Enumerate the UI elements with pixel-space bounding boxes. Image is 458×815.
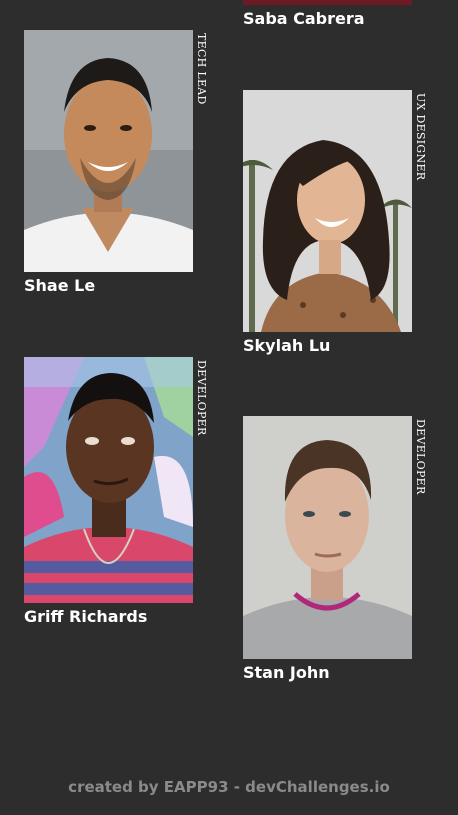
team-photo-saba-cabrera [243,0,412,5]
team-member-role: DEVELOPER [414,419,427,495]
team-photo-skylah-lu [243,90,412,332]
team-member-name: Skylah Lu [243,336,331,355]
team-member-name: Stan John [243,663,330,682]
team-member-role: DEVELOPER [195,360,208,436]
team-member-role: TECH LEAD [195,33,208,105]
footer-credits: created by EAPP93 - devChallenges.io [68,778,390,796]
team-member-name: Griff Richards [24,607,148,626]
team-member-name: Saba Cabrera [243,9,365,28]
team-photo-shae-le [24,30,193,272]
team-photo-stan-john [243,416,412,659]
team-photo-griff-richards [24,357,193,603]
team-member-role: UX DESIGNER [414,93,427,181]
team-member-name: Shae Le [24,276,96,295]
